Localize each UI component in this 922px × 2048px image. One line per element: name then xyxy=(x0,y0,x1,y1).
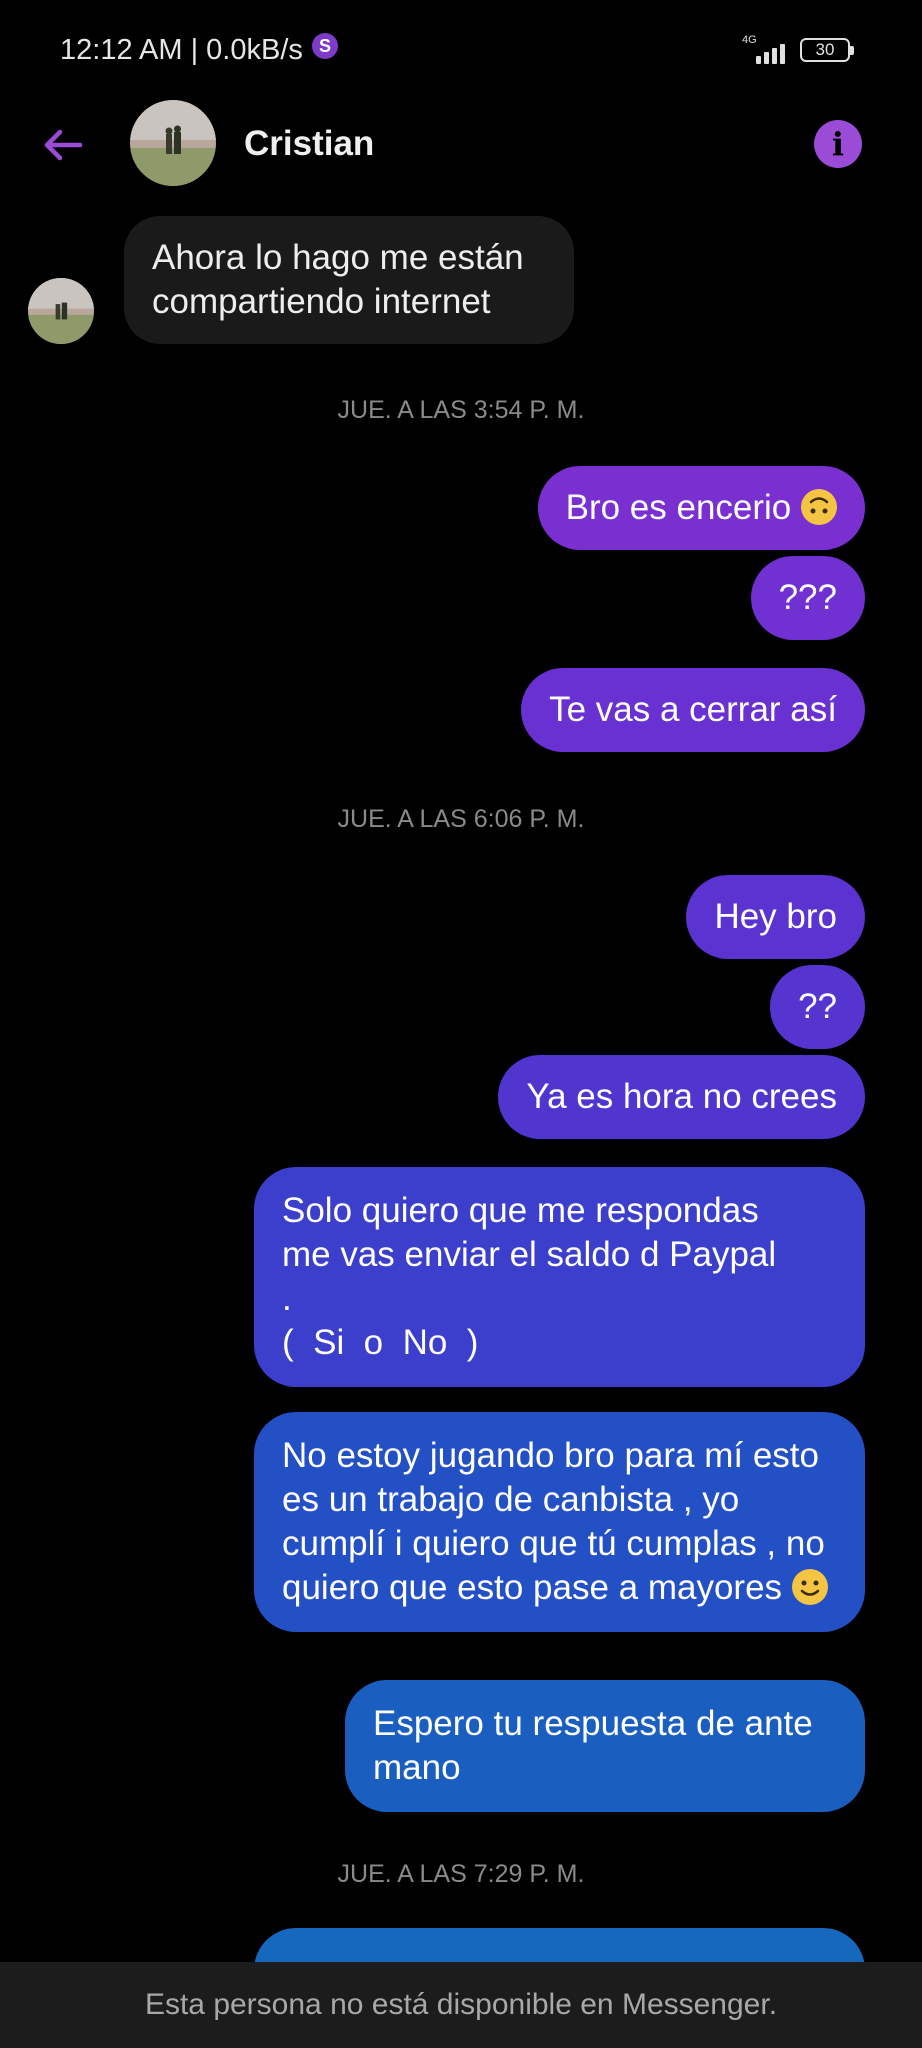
message-text-line: . xyxy=(282,1279,292,1318)
message-text-line: Solo quiero que me respondas xyxy=(282,1191,759,1230)
outgoing-message[interactable]: Ya es hora no crees xyxy=(498,1055,865,1139)
message-text: ??? xyxy=(778,578,837,617)
message-text: Hey bro xyxy=(714,897,837,936)
message-text: No estoy jugando bro para mí esto es un … xyxy=(282,1436,825,1607)
message-text: Bro es encerio xyxy=(565,488,792,527)
sender-avatar[interactable] xyxy=(28,278,94,344)
status-time: 12:12 AM | 0.0kB/s xyxy=(60,34,303,66)
info-button[interactable]: i xyxy=(814,120,862,168)
battery-icon: 30 xyxy=(800,38,854,62)
contact-name[interactable]: Cristian xyxy=(244,124,374,164)
message-text: Ahora lo hago me están compartiendo inte… xyxy=(152,238,524,321)
outgoing-message[interactable]: ??? xyxy=(750,556,865,640)
network-type: 4G xyxy=(742,34,757,46)
message-text-line: me vas enviar el saldo d Paypal xyxy=(282,1235,777,1274)
incoming-message[interactable]: Ahora lo hago me están compartiendo inte… xyxy=(124,216,574,344)
arrow-left-icon xyxy=(44,129,83,161)
outgoing-message[interactable]: Espero tu respuesta de ante mano xyxy=(345,1680,865,1812)
timestamp: JUE. A LAS 7:29 P. M. xyxy=(337,1860,585,1888)
timestamp: JUE. A LAS 3:54 P. M. xyxy=(337,396,585,424)
status-bar: 12:12 AM | 0.0kB/s S 4G 30 xyxy=(0,0,922,100)
smiling-face-emoji-icon xyxy=(791,1569,828,1605)
info-icon: i xyxy=(831,125,845,163)
signal-icon: 4G xyxy=(742,34,790,64)
outgoing-message[interactable]: ?? xyxy=(770,965,865,1049)
outgoing-message[interactable]: Bro es encerio xyxy=(537,466,865,550)
back-button[interactable] xyxy=(38,120,88,170)
outgoing-message[interactable]: No estoy jugando bro para mí esto es un … xyxy=(254,1412,865,1632)
timestamp: JUE. A LAS 6:06 P. M. xyxy=(337,805,585,833)
message-text: Ya es hora no crees xyxy=(526,1077,837,1116)
message-text: ?? xyxy=(798,987,837,1026)
upside-down-face-emoji-icon xyxy=(801,489,837,525)
outgoing-message[interactable]: Solo quiero que me respondas me vas envi… xyxy=(254,1167,865,1387)
message-text: Espero tu respuesta de ante mano xyxy=(373,1704,813,1787)
outgoing-message[interactable]: Te vas a cerrar así xyxy=(521,668,865,752)
outgoing-message[interactable]: Hey bro xyxy=(686,875,865,959)
message-text: Te vas a cerrar así xyxy=(549,690,837,729)
message-text-line: ( Si o No ) xyxy=(282,1323,479,1362)
battery-level: 30 xyxy=(815,40,835,59)
contact-avatar[interactable] xyxy=(130,100,216,186)
app-notification-icon: S xyxy=(312,33,338,59)
conversation-header: Cristian i xyxy=(0,100,922,220)
unavailable-notice: Esta persona no está disponible en Messe… xyxy=(0,1962,922,2048)
